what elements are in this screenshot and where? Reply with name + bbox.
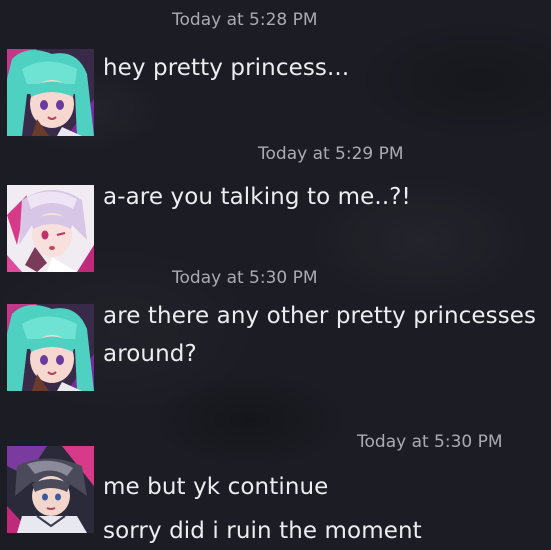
message-timestamp: Today at 5:30 PM	[357, 432, 503, 452]
user-avatar-dark[interactable]	[7, 446, 94, 533]
pink-hair-avatar-icon	[7, 185, 94, 272]
message-text: me but yk continue	[103, 474, 329, 500]
user-avatar-teal[interactable]	[7, 49, 94, 136]
dark-hair-avatar-icon	[7, 446, 94, 533]
message-text: sorry did i ruin the moment	[103, 518, 422, 544]
message-timestamp: Today at 5:28 PM	[172, 10, 318, 30]
message-text: a-are you talking to me..?!	[103, 184, 411, 210]
message-text: are there any other pretty princesses	[103, 303, 537, 329]
message-timestamp: Today at 5:29 PM	[258, 144, 404, 164]
teal-hair-avatar-icon	[7, 304, 94, 391]
message-text: hey pretty princess...	[103, 55, 350, 81]
teal-hair-avatar-icon	[7, 49, 94, 136]
message-text: around?	[103, 341, 197, 367]
user-avatar-teal[interactable]	[7, 304, 94, 391]
user-avatar-pink[interactable]	[7, 185, 94, 272]
message-timestamp: Today at 5:30 PM	[172, 268, 318, 288]
